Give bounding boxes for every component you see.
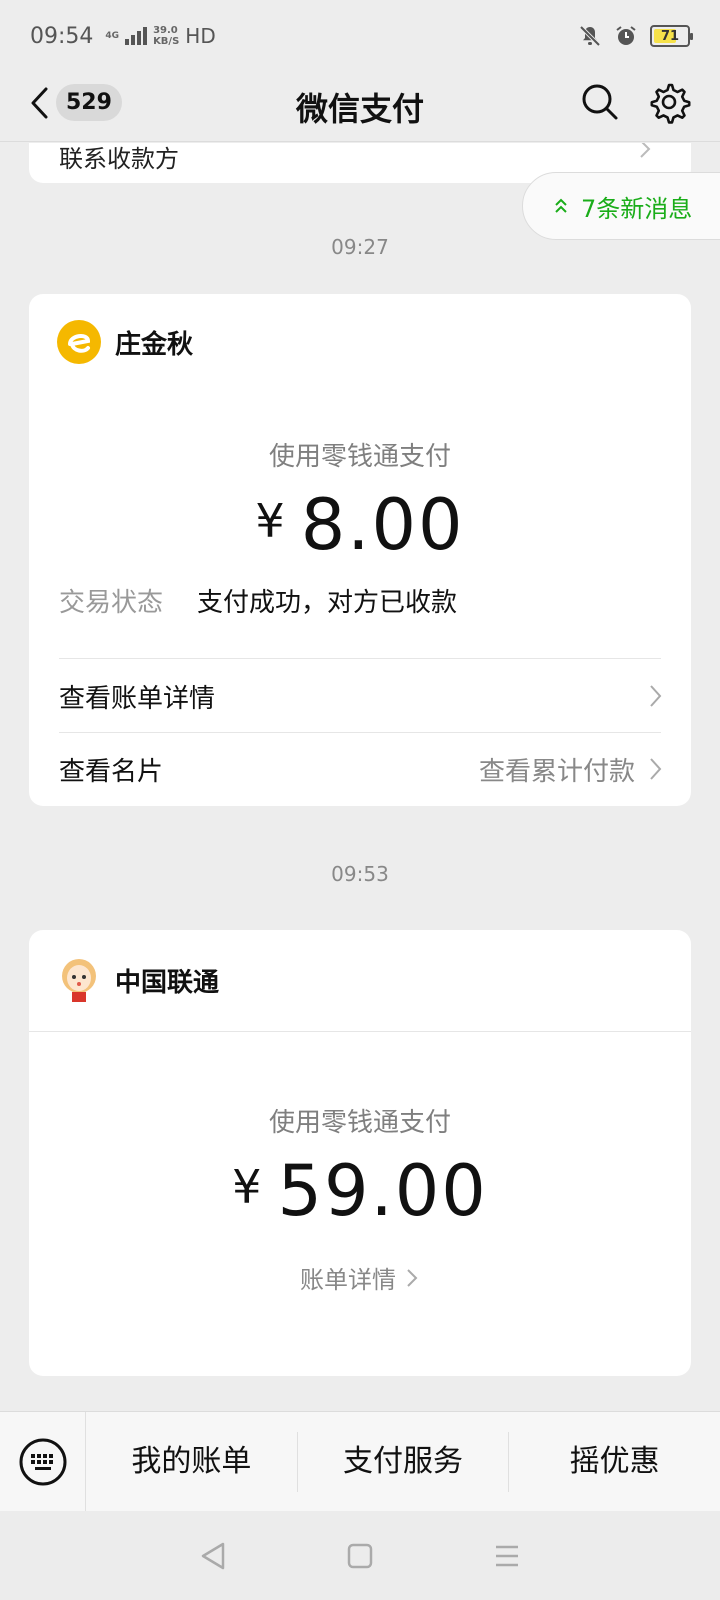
system-home-button[interactable]	[340, 1536, 380, 1576]
speed-value: 39.0	[153, 25, 178, 36]
triangle-back-icon	[202, 1542, 225, 1569]
back-button[interactable]: 529	[28, 84, 122, 121]
network-type: 4G	[105, 31, 120, 41]
view-bill-detail-label: 查看账单详情	[59, 683, 216, 714]
keyboard-icon	[19, 1438, 66, 1485]
menu-shake-deals[interactable]: 摇优惠	[509, 1432, 720, 1492]
speed-unit: KB/S	[153, 36, 180, 47]
view-bill-detail-row[interactable]: 查看账单详情	[59, 660, 665, 732]
status-time: 09:54	[30, 23, 94, 49]
payment-card[interactable]: 庄金秋 使用零钱通支付 ¥8.00 交易状态 支付成功，对方已收款 查看账单详情…	[29, 294, 691, 806]
battery-icon: 71	[650, 25, 693, 47]
new-messages-label: 7条新消息	[581, 194, 693, 223]
menu-my-bills[interactable]: 我的账单	[86, 1431, 298, 1492]
search-icon	[582, 84, 618, 120]
new-messages-button[interactable]: 7条新消息	[522, 172, 720, 240]
payment-method: 使用零钱通支付	[268, 442, 451, 472]
view-card-label: 查看名片	[59, 756, 164, 787]
settings-button[interactable]	[647, 80, 691, 124]
contact-payee-label: 联系收款方	[59, 145, 179, 173]
keyboard-toggle-button[interactable]	[0, 1412, 86, 1511]
status-value: 支付成功，对方已收款	[197, 588, 458, 618]
square-home-icon	[347, 1543, 373, 1568]
chevron-right-icon	[407, 1268, 418, 1287]
chevron-left-icon	[31, 87, 48, 118]
merchant-avatar	[57, 320, 101, 364]
message-time: 09:53	[331, 862, 389, 886]
payment-amount: ¥8.00	[29, 484, 691, 566]
battery-level: 71	[660, 28, 680, 44]
merchant-header[interactable]: 中国联通	[57, 956, 219, 1004]
view-total-payments-label: 查看累计付款	[478, 756, 635, 787]
amount-value: 59.00	[277, 1150, 488, 1232]
chevron-right-icon	[640, 143, 651, 158]
merchant-name: 庄金秋	[115, 329, 194, 360]
system-navigation-bar	[0, 1511, 720, 1600]
network-speed: 39.0 KB/S	[153, 25, 179, 47]
alarm-icon	[616, 26, 636, 45]
menu-lines-icon	[495, 1545, 518, 1566]
payment-card[interactable]: 中国联通 使用零钱通支付 ¥59.00 账单详情	[29, 930, 691, 1376]
currency-symbol: ¥	[232, 1160, 264, 1214]
mute-bell-icon	[579, 25, 601, 47]
payment-amount: ¥59.00	[29, 1150, 691, 1232]
status-bar: 09:54 4G 39.0 KB/S HD 71	[0, 0, 720, 72]
transaction-status-row: 交易状态 支付成功，对方已收款	[59, 582, 457, 619]
payment-method: 使用零钱通支付	[268, 1108, 451, 1138]
system-menu-button[interactable]	[487, 1536, 527, 1576]
chevron-right-icon	[650, 758, 662, 780]
bottom-menu-bar: 我的账单 支付服务 摇优惠	[0, 1411, 720, 1511]
bill-detail-link[interactable]: 账单详情	[29, 1260, 691, 1295]
view-card-row[interactable]: 查看名片 查看累计付款	[59, 733, 665, 805]
menu-payment-services[interactable]: 支付服务	[298, 1431, 510, 1492]
double-chevron-up-icon	[555, 198, 567, 213]
status-label: 交易状态	[59, 588, 164, 618]
hd-indicator: HD	[185, 24, 216, 48]
divider	[59, 658, 661, 659]
signal-icon	[125, 27, 148, 45]
unread-count-badge: 529	[56, 84, 122, 121]
system-back-button[interactable]	[193, 1536, 233, 1576]
bill-detail-label: 账单详情	[300, 1266, 396, 1294]
search-button[interactable]	[578, 80, 622, 124]
chevron-right-icon	[650, 685, 662, 707]
merchant-header[interactable]: 庄金秋	[57, 320, 193, 364]
top-nav-bar: 529 微信支付	[0, 72, 720, 142]
network-indicator: 4G 39.0 KB/S HD	[105, 24, 215, 48]
merchant-avatar	[62, 959, 96, 1002]
gear-icon	[650, 83, 691, 124]
divider	[29, 1031, 691, 1032]
merchant-name: 中国联通	[115, 967, 220, 998]
currency-symbol: ¥	[255, 494, 287, 548]
amount-value: 8.00	[300, 484, 465, 566]
message-list[interactable]: 联系收款方 7条新消息 09:27 庄金秋 使用零钱通支付 ¥8.00 交易状态…	[0, 143, 720, 1411]
message-time: 09:27	[331, 235, 389, 259]
